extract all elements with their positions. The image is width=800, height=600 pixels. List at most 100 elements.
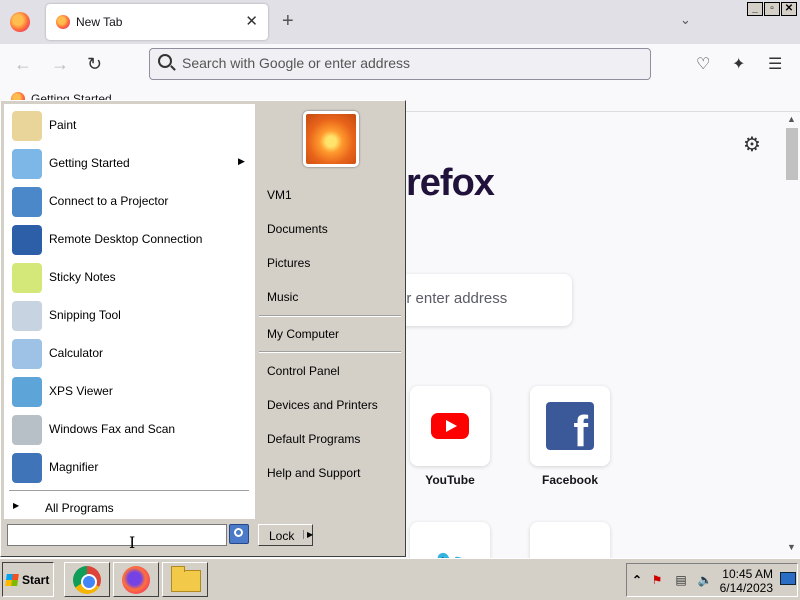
- top-site-twitter[interactable]: 🐦: [410, 522, 490, 558]
- twitter-icon: 🐦: [434, 548, 466, 558]
- gear-icon[interactable]: ⚙: [743, 132, 761, 157]
- firefox-tab-icon: [56, 15, 70, 29]
- start-menu: Paint Getting Started ▶ Connect to a Pro…: [0, 100, 406, 557]
- extensions-icon[interactable]: ✦: [732, 54, 745, 74]
- taskbar-app-chrome[interactable]: [64, 562, 110, 597]
- volume-muted-icon[interactable]: 🔈: [697, 572, 713, 588]
- new-tab-button[interactable]: +: [282, 10, 294, 33]
- page-scrollbar[interactable]: ▲ ▼: [784, 112, 800, 558]
- fax-scanner-icon: [12, 415, 42, 445]
- reload-button[interactable]: ↻: [87, 54, 102, 75]
- program-label: Remote Desktop Connection: [49, 232, 203, 246]
- pocket-icon[interactable]: ♡: [696, 54, 710, 74]
- top-site-youtube[interactable]: [410, 386, 490, 466]
- program-label: XPS Viewer: [49, 384, 113, 398]
- divider: [9, 490, 249, 492]
- program-label: Getting Started: [49, 156, 130, 170]
- top-site-label: YouTube: [425, 473, 475, 487]
- tab-new-tab[interactable]: New Tab ✕: [46, 4, 268, 40]
- lock-options-arrow-icon[interactable]: ▶: [303, 530, 313, 539]
- lock-button[interactable]: Lock ▶: [258, 524, 313, 546]
- place-devices-and-printers[interactable]: Devices and Printers: [267, 398, 378, 412]
- text-cursor-icon: I: [129, 533, 136, 552]
- all-programs-button[interactable]: ▶ All Programs: [4, 496, 255, 520]
- place-music[interactable]: Music: [267, 290, 298, 304]
- firefox-wordmark: refox: [406, 162, 495, 204]
- place-control-panel[interactable]: Control Panel: [267, 364, 340, 378]
- start-button[interactable]: Start: [2, 562, 54, 597]
- program-label: Connect to a Projector: [49, 194, 169, 208]
- place-default-programs[interactable]: Default Programs: [267, 432, 360, 446]
- navigation-toolbar: ← → ↻ ♡ ✦ ☰: [0, 44, 800, 86]
- place-user-folder[interactable]: VM1: [267, 188, 292, 202]
- back-button[interactable]: ←: [14, 54, 32, 75]
- program-label: Magnifier: [49, 460, 99, 474]
- top-site-facebook[interactable]: f: [530, 386, 610, 466]
- windows-logo-icon: [5, 574, 19, 586]
- scroll-up-icon[interactable]: ▲: [787, 114, 796, 124]
- network-icon[interactable]: ▤: [673, 572, 689, 588]
- show-hidden-icons[interactable]: ⌃: [629, 572, 645, 588]
- list-all-tabs-icon[interactable]: ⌄: [680, 12, 691, 28]
- place-my-computer[interactable]: My Computer: [267, 327, 339, 341]
- search-icon: [234, 528, 243, 537]
- minimize-button[interactable]: _: [747, 2, 763, 16]
- show-desktop-icon[interactable]: [780, 572, 796, 585]
- maximize-button[interactable]: ▫: [764, 2, 780, 16]
- folder-icon: [171, 566, 201, 592]
- taskbar-app-explorer[interactable]: [162, 562, 208, 597]
- magnifier-icon: [12, 453, 42, 483]
- projector-icon: [12, 187, 42, 217]
- program-xps-viewer[interactable]: XPS Viewer: [4, 373, 255, 411]
- place-help-and-support[interactable]: Help and Support: [267, 466, 360, 480]
- program-sticky-notes[interactable]: Sticky Notes: [4, 259, 255, 297]
- url-input[interactable]: [182, 55, 632, 71]
- program-label: Paint: [49, 118, 77, 132]
- youtube-icon: [431, 413, 469, 439]
- menu-icon[interactable]: ☰: [768, 54, 782, 74]
- scissors-icon: [12, 301, 42, 331]
- firefox-icon[interactable]: [10, 12, 30, 32]
- page-search-placeholder: or enter address: [398, 290, 508, 307]
- program-label: Sticky Notes: [49, 270, 116, 284]
- program-paint[interactable]: Paint: [4, 107, 255, 145]
- top-site-empty[interactable]: [530, 522, 610, 558]
- xps-viewer-icon: [12, 377, 42, 407]
- places-list: VM1 Documents Pictures Music My Computer…: [255, 101, 405, 521]
- divider: [259, 351, 401, 353]
- top-site-label: Facebook: [541, 473, 598, 487]
- scroll-down-icon[interactable]: ▼: [787, 542, 796, 552]
- url-bar[interactable]: [149, 48, 651, 80]
- place-documents[interactable]: Documents: [267, 222, 328, 236]
- program-remote-desktop[interactable]: Remote Desktop Connection: [4, 221, 255, 259]
- program-label: Snipping Tool: [49, 308, 121, 322]
- browser-tab-bar: New Tab ✕ + ⌄ _ ▫ ✕: [0, 0, 800, 44]
- search-icon: [158, 54, 172, 68]
- program-magnifier[interactable]: Magnifier: [4, 449, 255, 487]
- taskbar-app-firefox[interactable]: [113, 562, 159, 597]
- page-search-box[interactable]: or enter address: [380, 274, 572, 326]
- program-label: Windows Fax and Scan: [49, 422, 176, 436]
- sticky-notes-icon: [12, 263, 42, 293]
- program-getting-started[interactable]: Getting Started ▶: [4, 145, 255, 183]
- program-snipping-tool[interactable]: Snipping Tool: [4, 297, 255, 335]
- close-window-button[interactable]: ✕: [781, 2, 797, 16]
- action-center-flag-icon[interactable]: ⚑: [649, 572, 665, 588]
- scrollbar-thumb[interactable]: [786, 128, 798, 180]
- close-tab-icon[interactable]: ✕: [245, 12, 258, 30]
- program-fax-and-scan[interactable]: Windows Fax and Scan: [4, 411, 255, 449]
- divider: [259, 315, 401, 317]
- program-calculator[interactable]: Calculator: [4, 335, 255, 373]
- start-search-button[interactable]: [229, 524, 249, 544]
- place-pictures[interactable]: Pictures: [267, 256, 310, 270]
- start-label: Start: [22, 573, 50, 587]
- avatar[interactable]: [303, 111, 359, 167]
- system-tray: ⌃ ⚑ ▤ 🔈 10:45 AM 6/14/2023: [626, 563, 798, 597]
- clock-time[interactable]: 10:45 AM: [721, 567, 773, 581]
- program-connect-to-projector[interactable]: Connect to a Projector: [4, 183, 255, 221]
- forward-button[interactable]: →: [51, 54, 69, 75]
- start-search-box[interactable]: [7, 524, 227, 546]
- start-search-input[interactable]: [8, 525, 226, 545]
- clock-date[interactable]: 6/14/2023: [717, 581, 773, 595]
- lock-label: Lock: [269, 529, 295, 543]
